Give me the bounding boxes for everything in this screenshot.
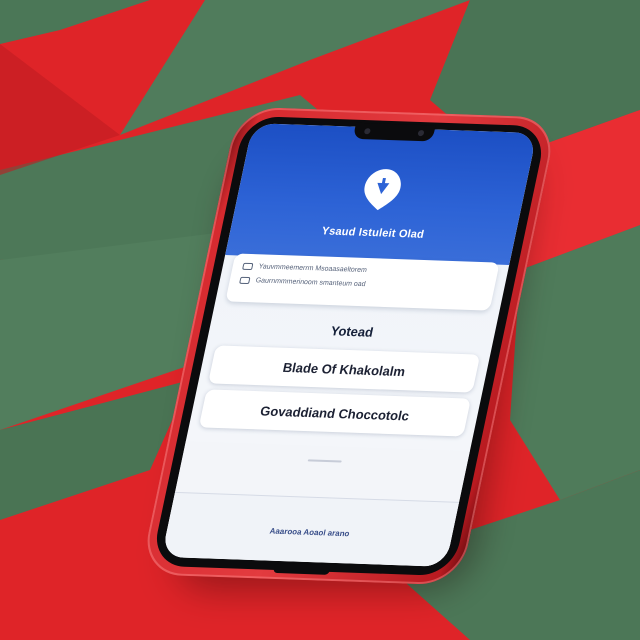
bottom-link[interactable]: Aaarooa Aoaol arano <box>167 523 453 542</box>
info-row-text: Yauvmmeemerrm Msoaasaeltorem <box>258 262 368 274</box>
info-card[interactable]: Yauvmmeemerrm Msoaasaeltorem Gaurnmmmeri… <box>225 253 500 311</box>
sheet-handle[interactable] <box>307 459 342 463</box>
sensor-icon <box>417 129 425 137</box>
shield-pin-icon <box>364 169 401 211</box>
card-icon <box>242 262 254 270</box>
phone-notch <box>352 122 436 142</box>
home-indicator <box>273 562 331 575</box>
info-row-text: Gaurnmmmerinoom smanteum oad <box>255 276 367 288</box>
option-button-1[interactable]: Blade Of Khakolalm <box>208 345 481 393</box>
front-camera-icon <box>363 128 371 135</box>
option-button-2[interactable]: Govaddiand Choccotolc <box>198 389 471 437</box>
card-icon <box>239 276 251 284</box>
app-header-title: Ysaud Istuleit Olad <box>320 225 426 241</box>
app-header: Ysaud Istuleit Olad <box>225 123 538 266</box>
section-title: Yotead <box>329 323 375 340</box>
bottom-bar: Aaarooa Aoaol arano <box>161 491 460 567</box>
